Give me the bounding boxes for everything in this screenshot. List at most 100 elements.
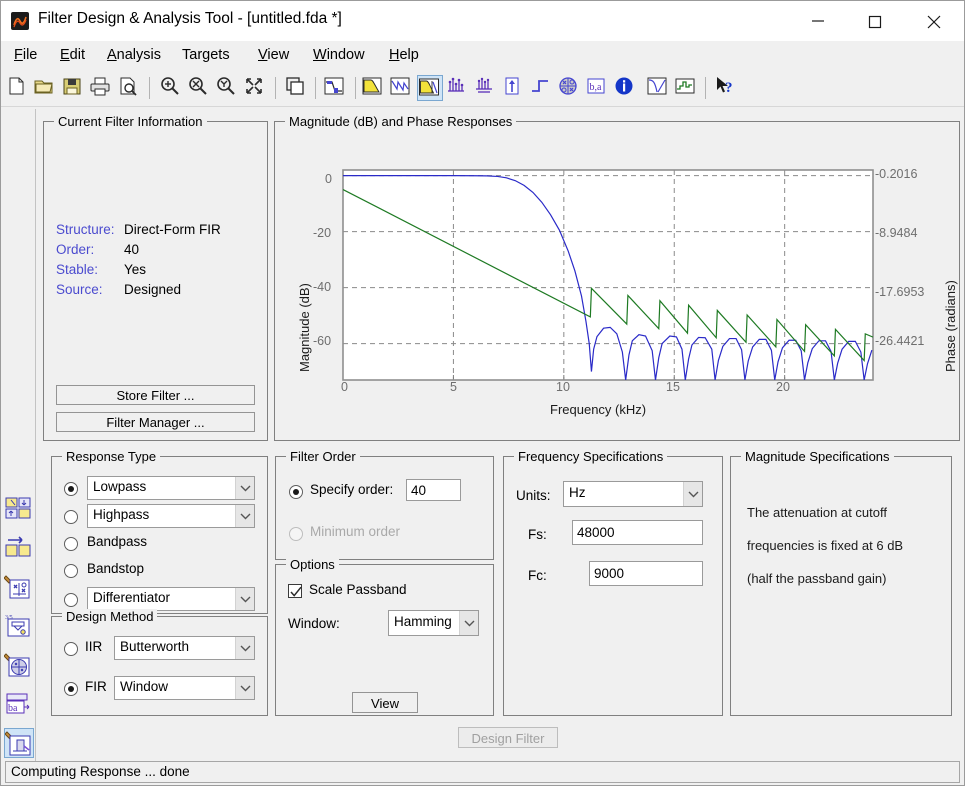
menu-view[interactable]: View bbox=[251, 45, 296, 67]
toolbar-separator bbox=[149, 77, 150, 99]
combo-iir-method[interactable]: Butterworth bbox=[114, 636, 255, 660]
pole-zero-editor-icon[interactable] bbox=[3, 572, 34, 602]
design-filter-icon[interactable] bbox=[4, 494, 34, 524]
phase-response-icon[interactable] bbox=[389, 75, 415, 101]
combo-window[interactable]: Hamming bbox=[388, 610, 479, 636]
toolbar-separator bbox=[705, 77, 706, 99]
group-delay-icon[interactable] bbox=[445, 75, 471, 101]
magnitude-and-phase-icon[interactable] bbox=[417, 75, 443, 101]
design-method-panel: Design Method IIR Butterworth FIR Window bbox=[51, 609, 268, 716]
menu-bar: File Edit Analysis Targets View Window H… bbox=[1, 41, 964, 71]
combo-units-value: Hz bbox=[569, 485, 586, 500]
print-icon[interactable] bbox=[89, 75, 115, 101]
print-preview-icon[interactable] bbox=[117, 75, 143, 101]
panel-title: Options bbox=[286, 557, 339, 572]
transform-filter-icon[interactable] bbox=[3, 650, 34, 680]
chevron-down-icon[interactable] bbox=[235, 477, 254, 499]
radio-highpass[interactable] bbox=[64, 510, 78, 524]
design-multirate-icon[interactable] bbox=[4, 728, 34, 758]
radio-specify-order[interactable] bbox=[289, 485, 303, 499]
magnitude-response-estimate-icon[interactable] bbox=[646, 75, 672, 101]
magnitude-phase-response-panel: Magnitude (dB) and Phase Responses Magni… bbox=[274, 114, 960, 441]
chevron-down-icon[interactable] bbox=[235, 637, 254, 659]
menu-edit[interactable]: Edit bbox=[53, 45, 92, 67]
chevron-down-icon[interactable] bbox=[235, 677, 254, 699]
radio-bandpass[interactable] bbox=[64, 537, 78, 551]
radio-bandstop[interactable] bbox=[64, 564, 78, 578]
radio-lowpass[interactable] bbox=[64, 482, 78, 496]
radio-fir[interactable] bbox=[64, 682, 78, 696]
magnitude-response-icon[interactable] bbox=[361, 75, 387, 101]
radio-iir[interactable] bbox=[64, 642, 78, 656]
open-folder-icon[interactable] bbox=[33, 75, 59, 101]
menu-help[interactable]: Help bbox=[382, 45, 426, 67]
combo-fir-method-value: Window bbox=[120, 679, 169, 694]
filter-manager-button[interactable]: Filter Manager ... bbox=[56, 412, 255, 432]
chevron-down-icon[interactable] bbox=[683, 482, 702, 506]
scale-passband-checkbox[interactable] bbox=[288, 584, 302, 598]
status-text: Computing Response ... done bbox=[11, 764, 190, 779]
round-off-noise-power-icon[interactable] bbox=[674, 75, 700, 101]
phase-delay-icon[interactable] bbox=[473, 75, 499, 101]
order-input[interactable] bbox=[406, 479, 461, 501]
fs-input[interactable] bbox=[572, 520, 703, 545]
filter-information-icon[interactable] bbox=[613, 75, 639, 101]
response-chart[interactable]: Magnitude (dB) Phase (radians) Frequency… bbox=[275, 122, 959, 440]
fdatool-window: Filter Design & Analysis Tool - [untitle… bbox=[0, 0, 965, 786]
combo-lowpass[interactable]: Lowpass bbox=[87, 476, 255, 500]
chevron-down-icon[interactable] bbox=[235, 505, 254, 527]
label-fc: Fc: bbox=[528, 568, 547, 583]
zoom-y-icon[interactable] bbox=[215, 75, 241, 101]
menu-analysis[interactable]: Analysis bbox=[100, 45, 168, 67]
close-button[interactable] bbox=[912, 1, 958, 41]
minimize-icon bbox=[812, 20, 824, 22]
toolbar-separator bbox=[275, 77, 276, 99]
full-view-icon[interactable] bbox=[243, 75, 269, 101]
filter-order-panel: Filter Order Specify order: Minimum orde… bbox=[275, 449, 494, 560]
magnitude-note-line-2: frequencies is fixed at 6 dB bbox=[747, 538, 904, 553]
chevron-down-icon[interactable] bbox=[459, 611, 478, 635]
combo-fir-method[interactable]: Window bbox=[114, 676, 255, 700]
impulse-response-icon[interactable] bbox=[501, 75, 527, 101]
menu-window[interactable]: Window bbox=[306, 45, 372, 67]
filter-specifications-icon[interactable] bbox=[323, 75, 349, 101]
combo-lowpass-value: Lowpass bbox=[93, 479, 147, 494]
combo-differentiator[interactable]: Differentiator bbox=[87, 587, 255, 611]
combo-highpass-value: Highpass bbox=[93, 507, 150, 522]
view-button[interactable]: View bbox=[352, 692, 418, 713]
design-filter-button[interactable]: Design Filter bbox=[458, 727, 558, 748]
panel-title: Magnitude Specifications bbox=[741, 449, 894, 464]
context-help-icon[interactable]: ? bbox=[713, 75, 739, 101]
realize-model-icon[interactable]: ba bbox=[4, 689, 34, 719]
combo-highpass[interactable]: Highpass bbox=[87, 504, 255, 528]
combo-units[interactable]: Hz bbox=[563, 481, 703, 507]
radio-differentiator[interactable] bbox=[64, 593, 78, 607]
zoom-x-icon[interactable] bbox=[187, 75, 213, 101]
menu-file[interactable]: File bbox=[7, 45, 44, 67]
filter-coefficients-icon[interactable]: b,a bbox=[585, 75, 611, 101]
import-filter-icon[interactable] bbox=[4, 533, 34, 563]
side-tool-bar: 3/5 ba bbox=[1, 109, 36, 761]
tool-bar: b,a ? bbox=[1, 71, 964, 107]
set-quantization-icon[interactable]: 3/5 bbox=[4, 611, 34, 641]
chevron-down-icon[interactable] bbox=[235, 588, 254, 610]
minimize-button[interactable] bbox=[796, 1, 842, 41]
radio-minimum-order[interactable] bbox=[289, 527, 303, 541]
new-filter-icon[interactable] bbox=[5, 75, 31, 101]
menu-targets[interactable]: Targets bbox=[175, 45, 237, 67]
check-icon bbox=[290, 586, 302, 597]
save-icon[interactable] bbox=[61, 75, 87, 101]
combo-iir-method-value: Butterworth bbox=[120, 639, 190, 654]
new-window-icon[interactable] bbox=[284, 75, 310, 101]
title-bar: Filter Design & Analysis Tool - [untitle… bbox=[1, 1, 964, 41]
source-value: Designed bbox=[124, 282, 182, 297]
store-filter-button[interactable]: Store Filter ... bbox=[56, 385, 255, 405]
label-fir: FIR bbox=[85, 679, 107, 694]
pole-zero-plot-icon[interactable] bbox=[557, 75, 583, 101]
fc-input[interactable] bbox=[589, 561, 703, 586]
zoom-in-icon[interactable] bbox=[159, 75, 185, 101]
label-bandpass: Bandpass bbox=[87, 534, 148, 549]
maximize-button[interactable] bbox=[853, 1, 899, 41]
window-title: Filter Design & Analysis Tool - [untitle… bbox=[38, 10, 342, 27]
step-response-icon[interactable] bbox=[529, 75, 555, 101]
